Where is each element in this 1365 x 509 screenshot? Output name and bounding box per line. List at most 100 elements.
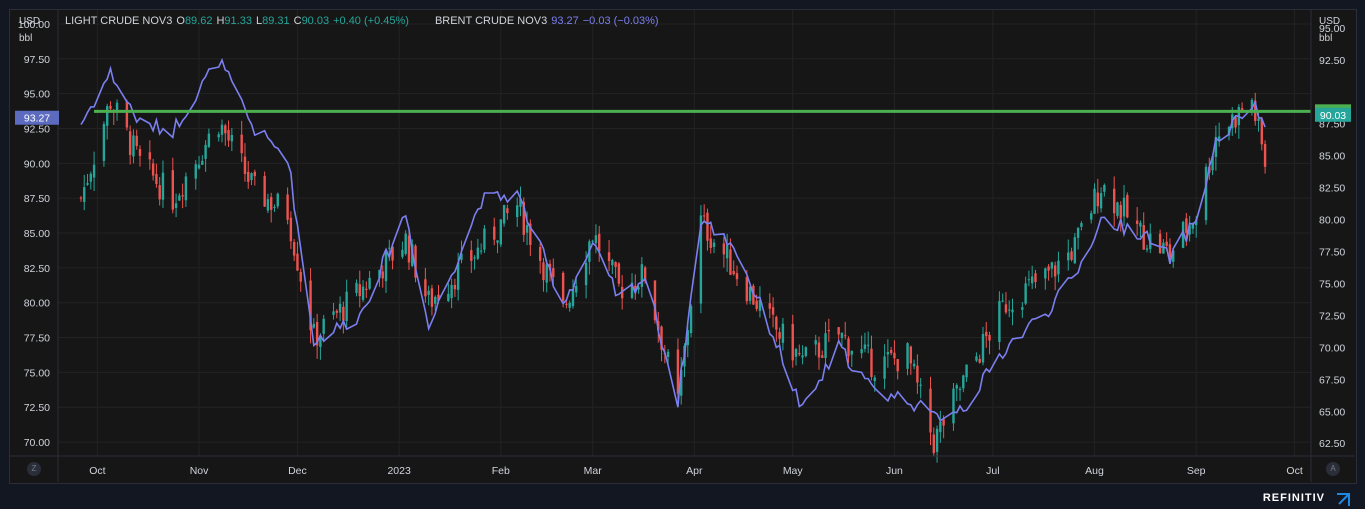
candle-body	[230, 135, 234, 142]
candle-body	[575, 285, 578, 293]
candle-body	[735, 273, 739, 280]
candle-body	[450, 284, 453, 299]
candle-body	[125, 101, 129, 128]
candle-body	[525, 224, 529, 233]
candle-body	[1234, 117, 1237, 128]
candle-body	[942, 419, 945, 426]
candle-body	[1090, 213, 1093, 220]
candle-body	[1050, 262, 1054, 269]
time-tick-label: Apr	[686, 465, 703, 477]
candle-body	[1004, 304, 1008, 313]
candle-body	[873, 377, 876, 382]
left-tick-label: 87.50	[24, 193, 50, 205]
candle-body	[712, 242, 716, 247]
candle-body	[998, 301, 1001, 343]
time-tick-label: May	[783, 465, 804, 477]
candle-body	[542, 262, 545, 281]
candle-body	[775, 316, 778, 330]
candle-body	[1112, 188, 1116, 214]
candle-body	[545, 264, 548, 283]
candle-body	[253, 171, 257, 177]
candle-body	[388, 247, 391, 249]
left-unit-currency: USD	[19, 16, 41, 27]
candle-body	[729, 249, 732, 275]
time-tick-label: Mar	[584, 465, 603, 477]
brent-change: −0.03 (−0.03%)	[582, 15, 659, 27]
time-tick-label: Jul	[986, 465, 999, 477]
left-tick-label: 75.00	[24, 367, 50, 379]
candle-body	[1057, 260, 1060, 275]
candle-body	[745, 276, 749, 302]
candle-body	[1093, 188, 1096, 214]
candle-body	[250, 173, 253, 180]
candle-body	[92, 164, 96, 178]
candle-body	[83, 187, 86, 202]
candle-body	[1204, 166, 1208, 221]
light-crude-name: LIGHT CRUDE NOV3	[65, 15, 173, 27]
left-tick-label: 70.00	[24, 437, 50, 449]
candle-body	[666, 351, 670, 358]
candle-body	[538, 247, 542, 261]
candle-body	[430, 288, 434, 307]
candle-body	[552, 268, 555, 277]
candle-body	[266, 199, 270, 211]
candle-body	[204, 144, 207, 159]
candle-body	[355, 282, 358, 293]
candle-body	[128, 131, 132, 155]
open-value: 89.62	[184, 15, 213, 27]
candle-body	[598, 233, 601, 252]
zoom-reset-button[interactable]: Z	[27, 462, 41, 476]
candle-body	[138, 149, 142, 156]
candle-body	[148, 152, 152, 160]
candle-body	[384, 250, 388, 282]
candle-body	[224, 125, 227, 134]
candle-body	[102, 123, 106, 161]
candle-body	[1185, 218, 1188, 233]
candle-body	[496, 240, 499, 243]
candle-body	[640, 264, 644, 287]
candle-body	[817, 342, 821, 358]
candle-body	[470, 250, 473, 261]
candle-body	[1158, 233, 1162, 254]
candle-body	[988, 334, 991, 341]
candle-body	[614, 262, 617, 267]
candle-body	[1099, 193, 1103, 209]
candle-body	[1024, 283, 1027, 304]
candle-body	[493, 226, 496, 240]
candle-body	[197, 164, 201, 169]
candle-body	[844, 335, 847, 337]
candle-body	[151, 163, 155, 176]
candle-body	[1030, 276, 1034, 284]
candle-body	[473, 257, 476, 259]
candle-body	[689, 305, 693, 334]
candle-body	[1076, 227, 1080, 238]
candle-body	[607, 252, 611, 262]
candle-body	[322, 318, 325, 334]
candle-body	[276, 193, 279, 207]
candle-body	[155, 174, 158, 184]
candle-body	[791, 323, 794, 361]
candle-body	[935, 428, 939, 452]
price-chart[interactable]: 100.0097.5095.0092.5090.0087.5085.0082.5…	[0, 0, 1365, 509]
candle-body	[1135, 220, 1139, 224]
candle-body	[368, 277, 371, 289]
candle-body	[86, 183, 89, 185]
candle-body	[565, 303, 568, 305]
candle-body	[1047, 266, 1050, 271]
candle-body	[243, 156, 247, 175]
candle-body	[814, 340, 817, 345]
candle-body	[1073, 237, 1077, 264]
left-tick-label: 92.50	[24, 123, 50, 135]
candle-body	[1044, 268, 1047, 279]
candle-body	[568, 302, 571, 308]
candle-body	[617, 263, 621, 284]
low-value: 89.31	[262, 15, 290, 27]
candle-body	[404, 233, 407, 254]
candle-body	[240, 134, 243, 154]
candle-body	[1080, 223, 1083, 227]
auto-scale-button[interactable]: A	[1326, 462, 1340, 476]
right-tick-label: 70.00	[1319, 342, 1345, 354]
candle-body	[801, 355, 804, 358]
candle-body	[342, 306, 345, 321]
candle-body	[106, 106, 109, 126]
